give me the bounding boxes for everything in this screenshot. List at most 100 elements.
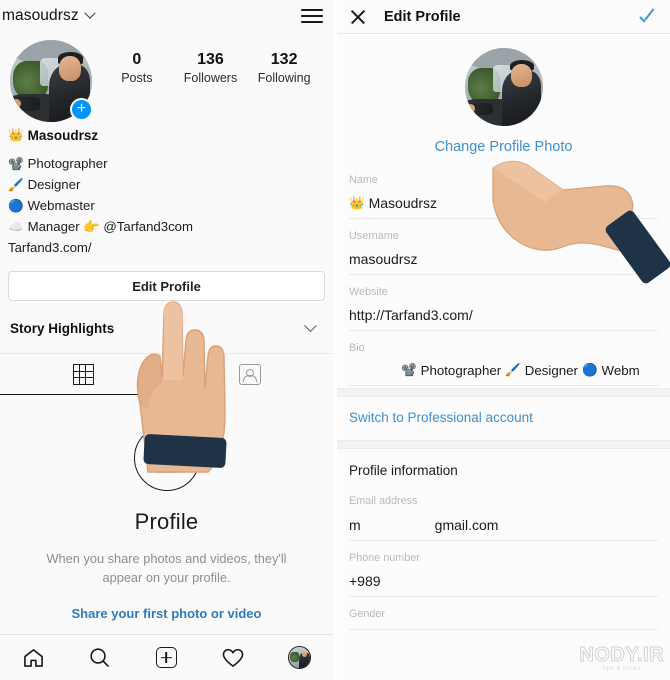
tab-tagged[interactable] <box>167 354 334 395</box>
email-prefix: m <box>349 516 361 533</box>
page-title: Profile <box>134 509 199 535</box>
globe-icon: 🔵 <box>8 198 24 213</box>
field-bio[interactable]: Bio 📽️ Photographer 🖌️ Designer 🔵 Webm <box>349 331 658 387</box>
nav-search[interactable] <box>67 647 134 668</box>
field-value: masoudrsz <box>349 251 658 267</box>
field-label: Website <box>349 286 388 299</box>
screenshot-root: masoudrsz + 0 Posts 136 Followers 132 Fo… <box>0 0 670 680</box>
bottom-navigation <box>0 634 333 680</box>
paintbrush-icon: 🖌️ <box>505 363 521 378</box>
search-icon <box>89 647 110 668</box>
camera-plus-icon <box>133 425 200 492</box>
profile-avatar-wrap[interactable]: + <box>10 40 93 122</box>
profile-bio: 👑 Masoudrsz 📽️ Photographer 🖌️ Designer … <box>0 122 333 259</box>
field-label: Bio <box>349 342 365 355</box>
following-count: 132 <box>270 51 298 68</box>
phone-value: +989 <box>349 572 381 589</box>
profile-avatar-icon <box>288 646 312 669</box>
field-email[interactable]: Email address m gmail.com <box>349 484 658 541</box>
stat-posts[interactable]: 0 Posts <box>109 50 165 85</box>
field-username[interactable]: Username masoudrsz <box>349 219 658 276</box>
bio-website-link[interactable]: Tarfand3.com/ <box>8 238 323 259</box>
globe-icon: 🔵 <box>581 363 598 378</box>
profile-top-bar: masoudrsz <box>0 0 333 32</box>
bio-display-name: 👑 Masoudrsz <box>8 128 323 143</box>
switch-professional-account-link[interactable]: Switch to Professional account <box>337 397 670 438</box>
bio-line: ☁️ Manager 👉 @Tarfand3com <box>8 217 323 238</box>
add-box-icon <box>155 647 177 668</box>
plus-glyph: + <box>76 99 87 117</box>
edit-profile-title: Edit Profile <box>384 8 461 25</box>
grid-icon <box>72 364 94 386</box>
username-value: masoudrsz <box>349 251 418 268</box>
profile-information-fields: Email address m gmail.com Phone number +… <box>337 478 670 630</box>
field-gender[interactable]: Gender <box>349 597 658 630</box>
edit-profile-fields: Name 👑 Masoudrsz Username masoudrsz Webs… <box>337 157 670 387</box>
posts-count: 0 <box>132 51 142 68</box>
empty-state: Profile When you share photos and videos… <box>0 395 333 621</box>
field-value: m gmail.com <box>349 517 658 533</box>
add-story-plus-icon[interactable]: + <box>70 98 93 121</box>
field-value: +989 <box>349 573 658 589</box>
stat-following[interactable]: 132 Following <box>256 50 312 85</box>
nav-create[interactable] <box>133 647 200 668</box>
edit-profile-header: Edit Profile <box>337 0 670 34</box>
field-phone[interactable]: Phone number +989 <box>349 541 658 597</box>
field-label: Gender <box>349 607 386 620</box>
nav-activity[interactable] <box>200 648 267 668</box>
tab-grid[interactable] <box>0 354 167 396</box>
profile-tabs <box>0 353 334 396</box>
bio-part: Designer <box>524 363 578 379</box>
edit-profile-screen: Edit Profile Change Profile Photo Name 👑… <box>337 0 670 680</box>
bio-line-text: Photographer <box>27 156 108 171</box>
nav-profile[interactable] <box>266 646 333 669</box>
chevron-down-icon <box>304 319 317 332</box>
story-highlights-row[interactable]: Story Highlights <box>8 313 325 343</box>
profile-username: masoudrsz <box>2 7 79 24</box>
bio-line-text: Manager 👉 @Tarfand3com <box>27 218 193 234</box>
hamburger-icon[interactable] <box>301 9 323 23</box>
posts-label: Posts <box>121 71 153 85</box>
bio-value: 📽️ Photographer 🖌️ Designer 🔵 Webm <box>349 363 658 378</box>
camera-icon: 📽️ <box>8 157 24 171</box>
field-website[interactable]: Website http://Tarfand3.com/ <box>349 275 658 332</box>
name-value: Masoudrsz <box>368 195 438 212</box>
empty-state-text: When you share photos and videos, they'l… <box>46 551 287 586</box>
profile-stats: 0 Posts 136 Followers 132 Following <box>92 40 321 85</box>
bio-name-text: Masoudrsz <box>27 128 99 143</box>
field-value: 👑 Masoudrsz <box>349 195 658 211</box>
avatar <box>464 48 543 126</box>
bio-part: Webm <box>601 363 640 379</box>
crown-icon: 👑 <box>349 195 365 210</box>
home-icon <box>23 648 44 668</box>
profile-header: + 0 Posts 136 Followers 132 Following <box>0 32 333 122</box>
edit-profile-area: Edit Profile Story Highlights <box>0 259 333 343</box>
followers-label: Followers <box>183 71 238 85</box>
tagged-photos-icon <box>238 364 261 386</box>
stat-followers[interactable]: 136 Followers <box>182 50 238 85</box>
close-icon[interactable] <box>349 8 366 25</box>
field-value: http://Tarfand3.com/ <box>349 307 658 323</box>
bio-line: 🔵 Webmaster <box>8 196 323 217</box>
edit-profile-button[interactable]: Edit Profile <box>8 271 325 302</box>
username-dropdown[interactable]: masoudrsz <box>2 7 96 25</box>
followers-count: 136 <box>197 51 224 68</box>
bio-line-text: Designer <box>27 176 81 192</box>
profile-information-heading: Profile information <box>349 463 458 479</box>
chevron-down-icon <box>84 7 96 19</box>
website-value: http://Tarfand3.com/ <box>349 307 473 324</box>
paintbrush-icon: 🖌️ <box>8 177 24 192</box>
heart-icon <box>222 648 244 668</box>
edit-profile-photo[interactable] <box>337 34 670 126</box>
nav-home[interactable] <box>0 648 67 668</box>
field-label: Email address <box>349 495 418 508</box>
section-divider <box>337 440 670 450</box>
share-first-photo-link[interactable]: Share your first photo or video <box>26 606 307 621</box>
change-profile-photo-link[interactable]: Change Profile Photo <box>337 126 670 157</box>
bio-part: Photographer <box>420 363 502 379</box>
bio-line: 📽️ Photographer <box>8 154 323 175</box>
field-label: Username <box>349 230 399 243</box>
check-icon[interactable] <box>638 7 658 27</box>
bio-lines: 📽️ Photographer 🖌️ Designer 🔵 Webmaster … <box>8 154 323 259</box>
field-name[interactable]: Name 👑 Masoudrsz <box>349 163 658 220</box>
